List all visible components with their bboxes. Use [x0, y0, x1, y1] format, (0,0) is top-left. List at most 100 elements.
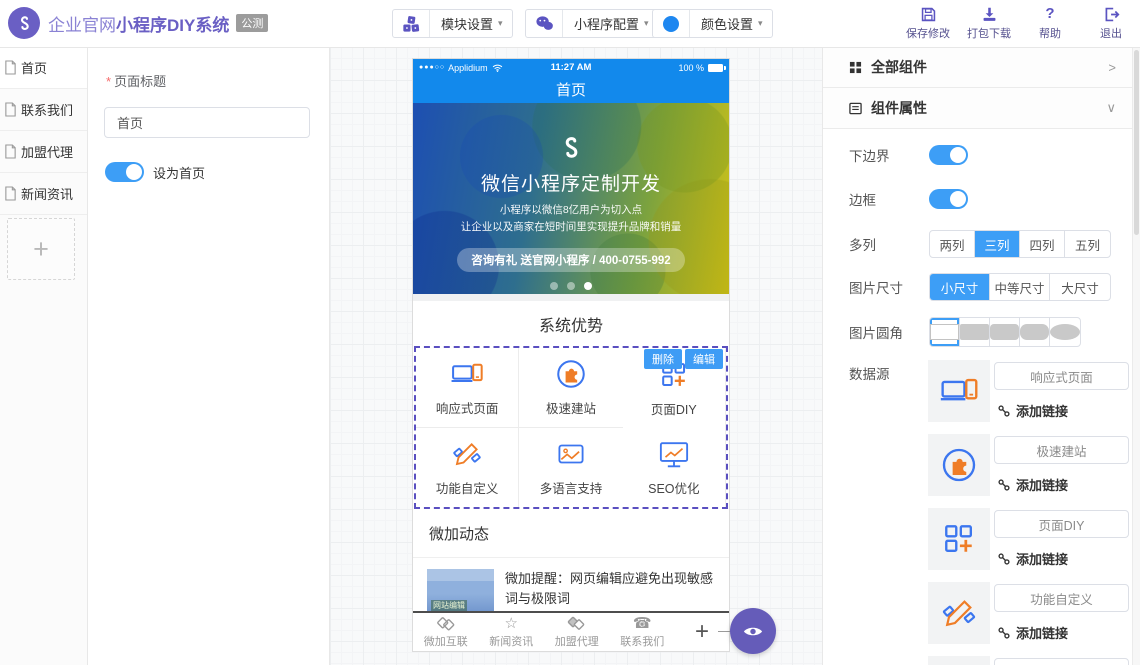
logo-text-bold: 小程序DIY系统: [116, 11, 229, 36]
grid-item-multilanguage[interactable]: 多语言支持: [519, 428, 622, 508]
columns-option-3-selected[interactable]: 三列: [975, 231, 1020, 257]
tab-agency[interactable]: 加盟代理: [544, 615, 610, 649]
color-settings-label: 颜色设置: [690, 14, 758, 33]
inspector-panel: 全部组件 > 组件属性 ∨ 下边界 边框 多列 两列 三列 四列 五列 图片尺寸…: [822, 47, 1132, 665]
app-logo: 企业官网小程序DIY系统 公测: [8, 7, 268, 39]
module-settings-button[interactable]: 模块设置 ▾: [392, 9, 513, 38]
chevron-down-icon: ∨: [1106, 100, 1116, 116]
phone-nav-title: 首页: [556, 79, 586, 100]
image-radius-row: 图片圆角: [849, 317, 1081, 347]
vertical-scrollbar[interactable]: [1132, 47, 1140, 665]
page-icon: [4, 102, 17, 117]
radius-option-round[interactable]: [1020, 318, 1050, 346]
diy-icon: [939, 519, 979, 559]
datasource-title-input[interactable]: [994, 584, 1129, 612]
carousel-dot[interactable]: [567, 282, 575, 290]
link-icon: [998, 553, 1010, 565]
save-button[interactable]: 保存修改: [903, 5, 953, 41]
banner-logo-glyph: [558, 134, 584, 164]
radius-option-slight[interactable]: [960, 318, 990, 346]
datasource-label: 数据源: [849, 363, 890, 383]
banner-cta-pill: 咨询有礼 送官网小程序 / 400-0755-992: [457, 248, 684, 272]
size-option-large[interactable]: 大尺寸: [1050, 274, 1110, 300]
preview-eye-button[interactable]: [730, 608, 776, 654]
datasource-icon-box: [928, 656, 990, 665]
tab-weijia[interactable]: 微加互联: [413, 615, 479, 649]
battery-status: 100 %: [678, 63, 723, 73]
size-option-medium[interactable]: 中等尺寸: [990, 274, 1050, 300]
sidebar-item-label: 加盟代理: [21, 142, 73, 161]
page-title-input[interactable]: [104, 107, 310, 138]
columns-option-2[interactable]: 两列: [930, 231, 975, 257]
monitor-icon: [450, 357, 484, 391]
grid-item-responsive[interactable]: 响应式页面: [416, 348, 519, 428]
bottom-border-toggle[interactable]: [929, 145, 968, 165]
grid-item-seo[interactable]: SEO优化: [623, 428, 726, 508]
list-icon: [849, 102, 862, 115]
border-toggle[interactable]: [929, 189, 968, 209]
set-home-toggle[interactable]: [105, 162, 144, 182]
datasource-item-fast-build: 添加链接: [928, 434, 1128, 496]
tags-icon: [436, 615, 456, 632]
component-properties-header[interactable]: 组件属性 ∨: [823, 88, 1132, 129]
add-link-button[interactable]: 添加链接: [998, 549, 1068, 568]
download-label: 打包下载: [967, 25, 1011, 41]
datasource-title-input[interactable]: [994, 658, 1129, 665]
tab-add-button[interactable]: +: [675, 614, 729, 650]
logo-s-glyph: [16, 14, 33, 33]
datasource-title-input[interactable]: [994, 436, 1129, 464]
exit-label: 退出: [1100, 25, 1122, 41]
radius-option-none-selected[interactable]: [930, 318, 960, 346]
carousel-dot[interactable]: [550, 282, 558, 290]
grid-item-custom-function[interactable]: 功能自定义: [416, 428, 519, 508]
columns-option-5[interactable]: 五列: [1065, 231, 1110, 257]
add-link-button[interactable]: 添加链接: [998, 475, 1068, 494]
icon-grid-component-selected[interactable]: 删除 编辑 响应式页面 极速建站 页面DIY 功能自定义 多语言支持: [414, 346, 728, 509]
datasource-title-input[interactable]: [994, 510, 1129, 538]
datasource-title-input[interactable]: [994, 362, 1129, 390]
help-button[interactable]: ? 帮助: [1025, 5, 1075, 41]
carousel-dot-active[interactable]: [584, 282, 592, 290]
news-list-item[interactable]: 网站编辑 微加提醒：网页编辑应避免出现敏感词与极限词: [413, 558, 729, 614]
exit-icon: [1103, 5, 1120, 23]
grid-item-fast-build[interactable]: 极速建站: [519, 348, 622, 428]
banner-component[interactable]: 微信小程序定制开发 小程序以微信8亿用户为切入点 让企业以及商家在短时间里实现提…: [413, 103, 729, 294]
delete-button[interactable]: 删除: [644, 349, 682, 369]
scrollbar-thumb[interactable]: [1134, 50, 1139, 235]
columns-option-4[interactable]: 四列: [1020, 231, 1065, 257]
datasource-icon-box: [928, 434, 990, 496]
size-option-small-selected[interactable]: 小尺寸: [930, 274, 990, 300]
page-icon: [4, 60, 17, 75]
radius-option-rounded[interactable]: [990, 318, 1020, 346]
all-components-header[interactable]: 全部组件 >: [823, 47, 1132, 88]
chevron-right-icon: >: [1108, 60, 1116, 75]
border-row: 边框: [849, 189, 968, 209]
sidebar-item-agency[interactable]: 加盟代理: [0, 131, 87, 173]
app-header: 企业官网小程序DIY系统 公测 模块设置 ▾ 小程序配置 ▾ 颜色设置 ▾ 保存…: [0, 0, 1140, 48]
tab-news[interactable]: ☆ 新闻资讯: [479, 615, 545, 649]
sidebar-item-news[interactable]: 新闻资讯: [0, 173, 87, 215]
advantage-section-title: 系统优势: [413, 301, 729, 346]
exit-button[interactable]: 退出: [1086, 5, 1136, 41]
help-label: 帮助: [1039, 25, 1061, 41]
image-radius-options: [929, 317, 1081, 347]
datasource-icon-box: [928, 582, 990, 644]
image-icon: [554, 437, 588, 471]
module-settings-label: 模块设置: [430, 14, 498, 33]
sidebar-item-home[interactable]: 首页: [0, 47, 87, 89]
sidebar-item-label: 新闻资讯: [21, 184, 73, 203]
tab-contact[interactable]: ☎ 联系我们: [610, 615, 676, 649]
puzzle-icon: [554, 357, 588, 391]
add-link-button[interactable]: 添加链接: [998, 623, 1068, 642]
download-button[interactable]: 打包下载: [964, 5, 1014, 41]
add-link-button[interactable]: 添加链接: [998, 401, 1068, 420]
add-page-button[interactable]: +: [7, 218, 75, 280]
miniprogram-config-button[interactable]: 小程序配置 ▾: [525, 9, 659, 38]
edit-button[interactable]: 编辑: [685, 349, 723, 369]
color-settings-button[interactable]: 颜色设置 ▾: [652, 9, 773, 38]
banner-title: 微信小程序定制开发: [481, 169, 661, 196]
radius-option-circle[interactable]: [1050, 318, 1080, 346]
page-settings-panel: *页面标题 设为首页: [88, 47, 330, 665]
sidebar-item-contact[interactable]: 联系我们: [0, 89, 87, 131]
news-section-title: 微加动态: [413, 509, 729, 558]
